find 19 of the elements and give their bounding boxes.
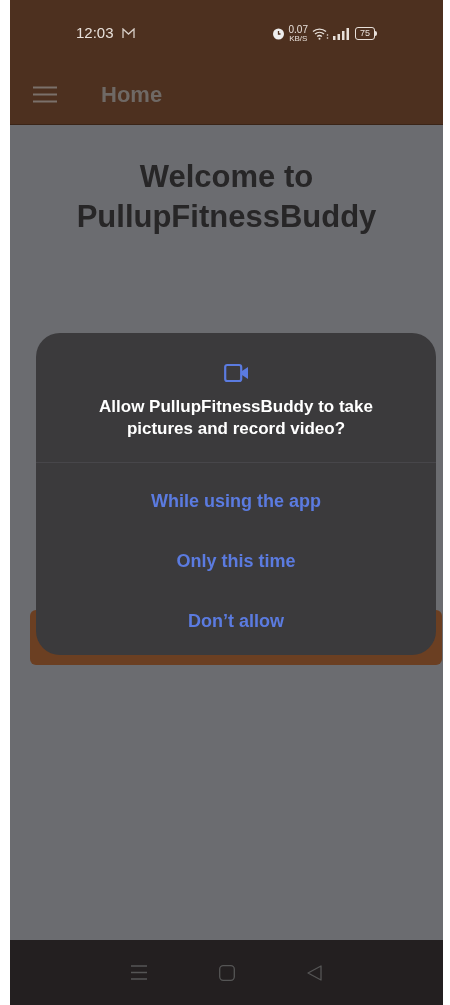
signal-icon: [333, 27, 349, 40]
back-icon[interactable]: [307, 964, 322, 981]
menu-icon[interactable]: [131, 965, 147, 980]
app-bar-title: Home: [101, 81, 163, 109]
battery-icon: 75: [355, 27, 377, 40]
dialog-option-button[interactable]: Only this time: [166, 531, 306, 591]
home-icon[interactable]: [219, 964, 235, 981]
alarm-icon: [271, 27, 285, 40]
video-camera-icon: [223, 363, 249, 383]
menu-icon[interactable]: [33, 86, 57, 103]
network-speed: 0.07: [288, 24, 308, 35]
dialog-title: Allow PullupFitnessBuddy to take pictures and record video?: [98, 396, 374, 440]
dialog-option-button[interactable]: Don’t allow: [178, 591, 294, 651]
dialog-option-button[interactable]: While using the app: [141, 471, 331, 531]
clock-time: 12:03: [76, 23, 114, 44]
welcome-heading: Welcome to PullupFitnessBuddy: [75, 158, 378, 236]
mail-icon: [121, 28, 135, 39]
network-speed-unit: KB/S: [289, 34, 308, 43]
wifi-icon: [312, 27, 329, 40]
